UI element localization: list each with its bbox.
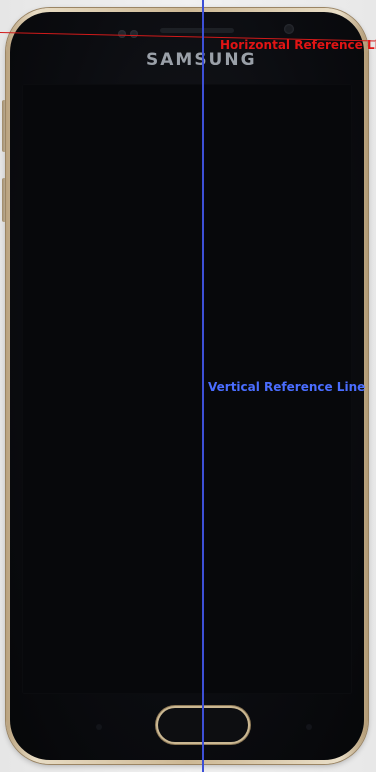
recent-apps-key [96,724,102,730]
front-camera-icon [284,24,294,34]
earpiece-speaker [160,28,234,33]
vertical-reference-line [202,0,204,772]
photo-stage: SAMSUNG Horizontal Reference Line Vertic… [0,0,376,772]
back-key [306,724,312,730]
brand-logo: SAMSUNG [146,50,257,70]
vertical-reference-label: Vertical Reference Line [208,380,366,394]
horizontal-reference-label: Horizontal Reference Line [220,38,376,52]
